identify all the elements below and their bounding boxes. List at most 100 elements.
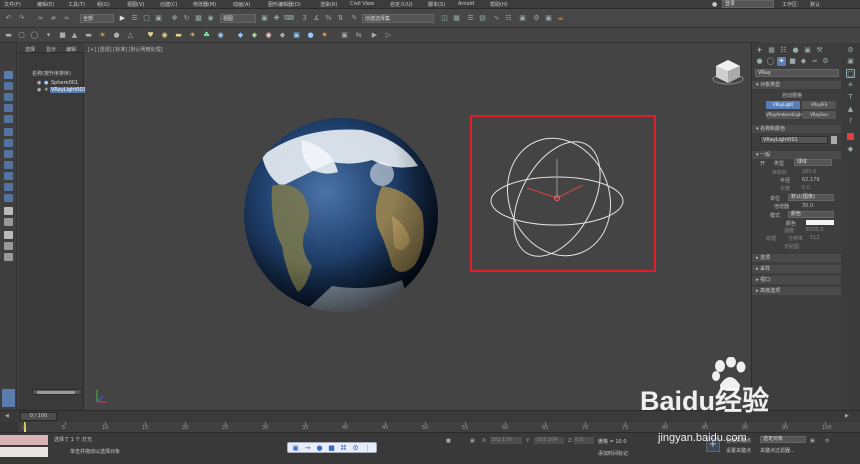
menu-help[interactable]: 帮助(H) <box>490 1 508 8</box>
select-tool-icon[interactable] <box>4 71 13 79</box>
viewcube-icon[interactable] <box>711 58 745 86</box>
menu-scripting[interactable]: 脚本(S) <box>428 1 445 8</box>
sort-icon[interactable] <box>4 194 13 202</box>
menu-group[interactable]: 组(G) <box>97 1 110 8</box>
leaf-icon[interactable]: ☘ <box>202 31 211 40</box>
helper-icon[interactable]: ◆ <box>236 31 245 40</box>
on-checkbox-label[interactable]: 开 <box>760 160 765 167</box>
float-move-icon[interactable]: → <box>303 444 312 453</box>
vray-interactive-icon[interactable]: □ <box>846 69 855 78</box>
vray-extra-icon[interactable]: ◆ <box>846 145 855 154</box>
rollout-viewport[interactable]: ▸ 视口 <box>752 276 842 284</box>
mode-select[interactable]: 颜色 <box>788 211 834 218</box>
container-icon[interactable] <box>4 172 13 180</box>
user-icon[interactable]: ● <box>712 1 717 8</box>
utilities-tab-icon[interactable]: ⚒ <box>815 46 824 55</box>
cube-icon[interactable] <box>4 218 13 226</box>
target-value[interactable]: 200.0 <box>802 169 816 175</box>
workspace-value[interactable]: 默认 <box>810 1 820 8</box>
rendered-frame-icon[interactable]: ▣ <box>544 14 553 23</box>
fence-select-icon[interactable] <box>4 104 13 112</box>
rollout-sampling[interactable]: ▸ 采样 <box>752 265 842 273</box>
menu-create[interactable]: 创建(C) <box>160 1 177 8</box>
lasso-select-icon[interactable] <box>4 93 13 101</box>
motion-tab-icon[interactable]: ● <box>791 46 800 55</box>
paint-select-icon[interactable] <box>4 82 13 90</box>
reference-coord-select[interactable]: 视图 <box>220 14 256 23</box>
eye-icon[interactable]: ◉ <box>37 80 41 86</box>
object-name-input[interactable]: VRayLight001 <box>760 136 828 144</box>
vraylight-button[interactable]: VRayLight <box>766 101 800 109</box>
eye-icon[interactable]: ◉ <box>37 87 41 93</box>
vray-text-icon[interactable]: T <box>846 93 855 102</box>
menu-tools[interactable]: 工具(T) <box>68 1 85 8</box>
float-zoom-icon[interactable]: ⚙ <box>351 444 360 453</box>
torus-icon[interactable]: ◉ <box>160 31 169 40</box>
tab-edit[interactable]: 编辑 <box>66 46 76 53</box>
length-value[interactable]: 0.0 <box>802 185 810 191</box>
teapot-icon[interactable]: ♥ <box>146 31 155 40</box>
lights-icon[interactable]: ☀ <box>777 57 786 66</box>
unlink-icon[interactable]: ≠ <box>49 14 58 23</box>
column-header[interactable]: 名称(按升序排序) <box>32 70 71 77</box>
float-scale-icon[interactable]: ■ <box>327 444 336 453</box>
track-bar-toggle-icon[interactable] <box>0 422 18 432</box>
rollout-object-type[interactable]: ▾ 对象类型 <box>752 81 842 89</box>
y-coord-field[interactable]: -102.104 <box>534 437 564 444</box>
create-tab-icon[interactable]: + <box>755 46 764 55</box>
hide-icon[interactable] <box>4 128 13 136</box>
float-select-icon[interactable]: ▣ <box>291 444 300 453</box>
isolate-icon[interactable] <box>4 183 13 191</box>
angle-snap-icon[interactable]: ∡ <box>312 14 321 23</box>
capsule-icon[interactable]: ▬ <box>174 31 183 40</box>
ribbon-toggle-icon[interactable]: ▬ <box>4 31 13 40</box>
sphere-tool-icon[interactable]: ● <box>112 31 121 40</box>
extrude-icon[interactable]: ■ <box>58 31 67 40</box>
doc-icon[interactable] <box>4 207 13 215</box>
geometry-icon[interactable]: ● <box>755 57 764 66</box>
layer-explorer-icon[interactable]: ☰ <box>466 14 475 23</box>
box-icon[interactable]: ▢ <box>17 31 26 40</box>
vray-light-lister-icon[interactable]: ☀ <box>846 81 855 90</box>
freeze-icon[interactable] <box>4 115 13 123</box>
material-editor-icon[interactable]: ▣ <box>518 14 527 23</box>
rollout-advanced-options[interactable]: ▸ 高级选项 <box>752 287 842 295</box>
plane-icon[interactable]: ▬ <box>84 31 93 40</box>
select-by-name-icon[interactable]: ☰ <box>130 14 139 23</box>
rollout-name-color[interactable]: ▾ 名称和颜色 <box>752 125 842 133</box>
cylinder-icon[interactable]: ◯ <box>30 31 39 40</box>
vray-settings-icon[interactable]: ⚙ <box>846 46 855 55</box>
display-tab-icon[interactable]: ▣ <box>803 46 812 55</box>
menu-file[interactable]: 文件(F) <box>4 1 21 8</box>
named-selection-set[interactable]: 创建选择集 <box>362 14 434 23</box>
vray-proxy-icon[interactable]: ◉ <box>264 31 273 40</box>
object-color-swatch[interactable] <box>831 136 837 144</box>
multiplier-value[interactable]: 30.0 <box>802 203 813 209</box>
add-time-tag-button[interactable]: 添加时间标记 <box>598 450 628 457</box>
spinner-snap-icon[interactable]: ⇅ <box>336 14 345 23</box>
menu-civil-view[interactable]: Civil View <box>350 1 374 7</box>
move-icon[interactable]: ✥ <box>170 14 179 23</box>
lock-icon[interactable]: ■ <box>446 438 451 444</box>
menu-edit[interactable]: 编辑(E) <box>37 1 54 8</box>
systems-icon[interactable]: ⚙ <box>821 57 830 66</box>
vray-render-icon[interactable]: ▶ <box>370 31 379 40</box>
vray-sphere-light-gizmo[interactable] <box>485 133 635 263</box>
rollout-options[interactable]: ▸ 选项 <box>752 254 842 262</box>
explorer-toggle-icon[interactable] <box>2 389 15 407</box>
render-setup-icon[interactable]: ⚙ <box>532 14 541 23</box>
units-select[interactable]: 默认(图像) <box>788 194 834 201</box>
link-icon[interactable]: ∞ <box>36 14 45 23</box>
object-category-select[interactable]: VRay <box>755 69 839 77</box>
curve-editor-icon[interactable]: ∿ <box>492 14 501 23</box>
tab-select[interactable]: 选择 <box>25 46 35 53</box>
schematic-view-icon[interactable]: ☷ <box>504 14 513 23</box>
menu-customize[interactable]: 自定义(U) <box>390 1 413 8</box>
time-slider-thumb[interactable]: 0 / 100 <box>20 412 57 421</box>
xref-icon[interactable] <box>4 161 13 169</box>
vray-ipr-icon[interactable]: ▷ <box>384 31 393 40</box>
z-coord-field[interactable]: 0.0 <box>574 437 594 444</box>
helpers-icon[interactable]: ◆ <box>799 57 808 66</box>
texture-label[interactable]: 纹理 <box>766 235 776 242</box>
menu-modifiers[interactable]: 修改器(M) <box>193 1 216 8</box>
